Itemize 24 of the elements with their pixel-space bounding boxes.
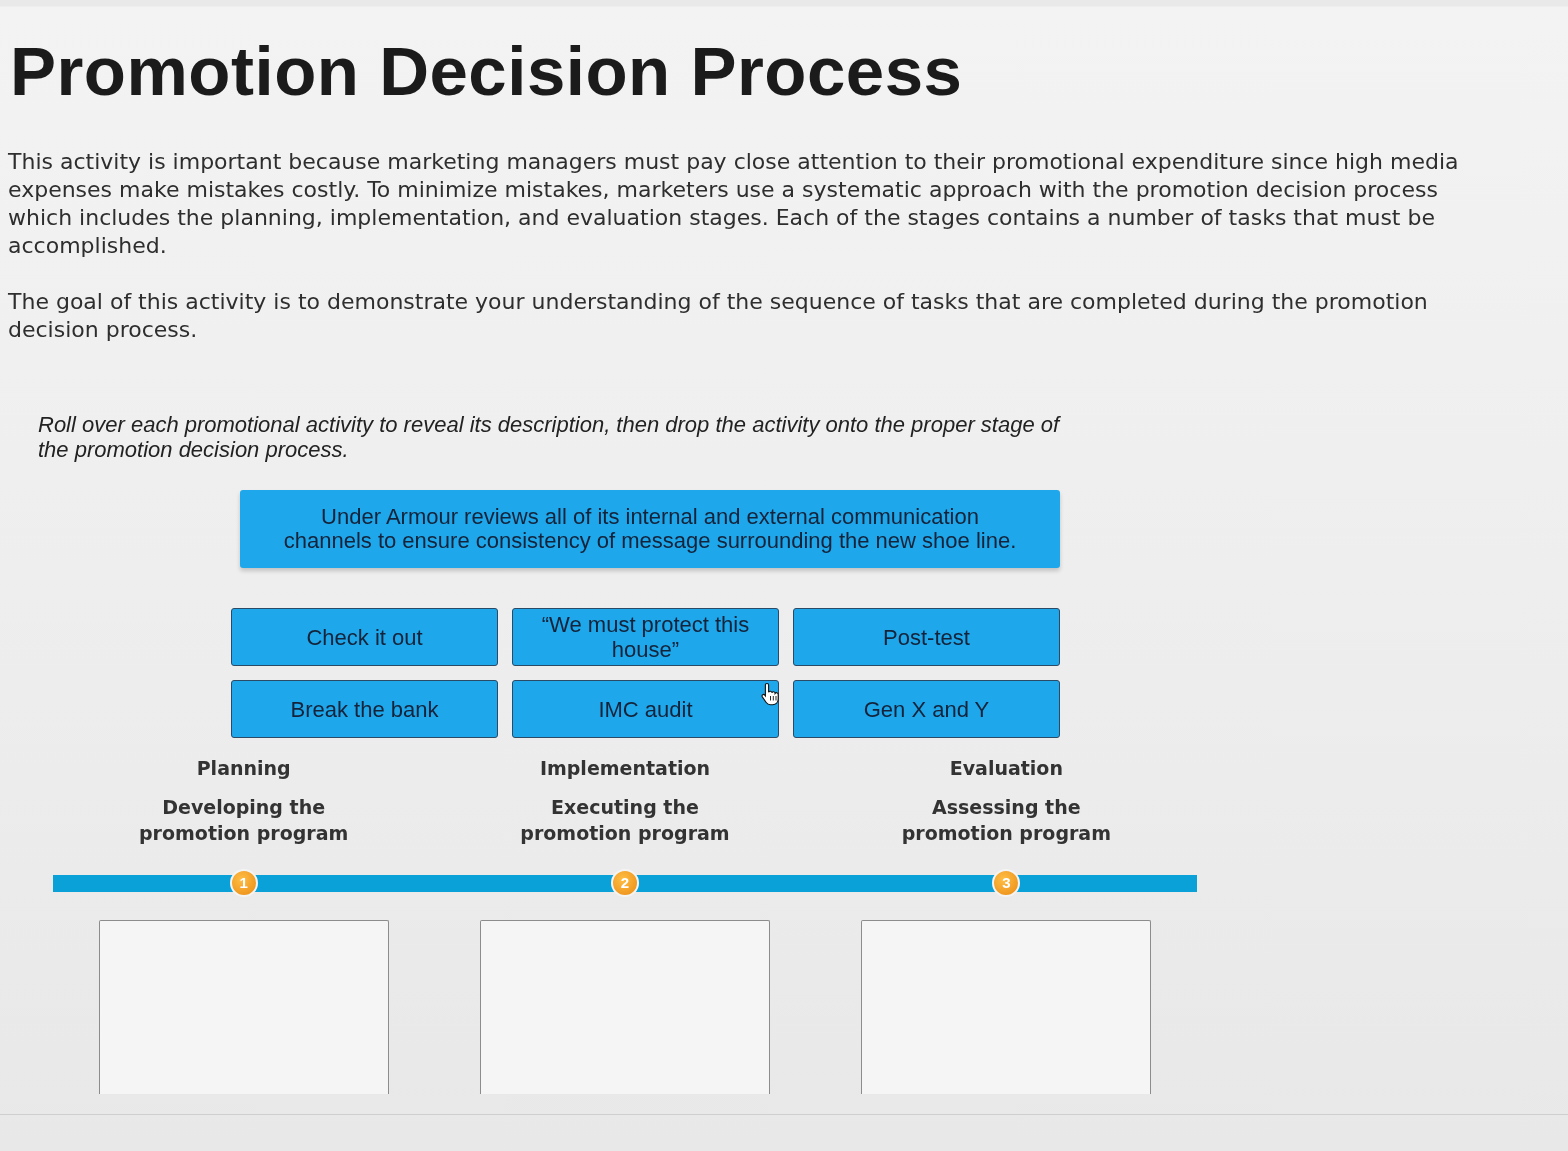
stage-description: Assessing the promotion program <box>900 795 1112 846</box>
stage-name: Implementation <box>539 756 711 780</box>
drop-zone[interactable] <box>861 920 1152 1094</box>
drop-zone[interactable] <box>480 920 770 1094</box>
stage-description: Executing the promotion program <box>519 795 731 846</box>
stage-name: Planning <box>196 756 291 780</box>
stage-description: Developing the promotion program <box>138 795 350 846</box>
intro-paragraph: The goal of this activity is to demonstrate your understanding of the sequence of tasks that are completed during the promotion decision process. <box>8 288 1429 344</box>
step-number-marker: 1 <box>229 869 258 897</box>
activity-tile[interactable]: “We must protect this house” <box>512 608 779 666</box>
instruction-text: Roll over each promotional activity to reveal its description, then drop the activity onto the proper stage of the promotion decision process. <box>38 412 1062 462</box>
hand-cursor-icon <box>761 682 781 706</box>
step-number-marker: 3 <box>992 869 1021 897</box>
activity-tile[interactable]: Check it out <box>231 608 498 666</box>
activity-tile[interactable]: Post-test <box>793 608 1060 666</box>
intro-paragraph: This activity is important because marketing managers must pay close attention to their promotional expenditure since high media expenses make mistakes costly. To minimize mistakes, marketers use a systematic approach with the promotion decision process which includes the planning, implementation, and evaluation stages. Each of the stages contains a number of tasks that must be accomplished. <box>8 148 1460 260</box>
stage-name: Evaluation <box>949 756 1063 780</box>
drop-zone[interactable] <box>98 920 389 1094</box>
activity-tile[interactable]: IMC audit <box>512 680 779 738</box>
activity-tile[interactable]: Break the bank <box>231 680 498 738</box>
page-title: Promotion Decision Process <box>10 34 964 110</box>
activity-tile[interactable]: Gen X and Y <box>793 680 1060 738</box>
step-number-marker: 2 <box>611 869 639 897</box>
activity-description-card: Under Armour reviews all of its internal and external communication channels to ensure consistency of message surrounding the new shoe line. <box>240 490 1060 568</box>
